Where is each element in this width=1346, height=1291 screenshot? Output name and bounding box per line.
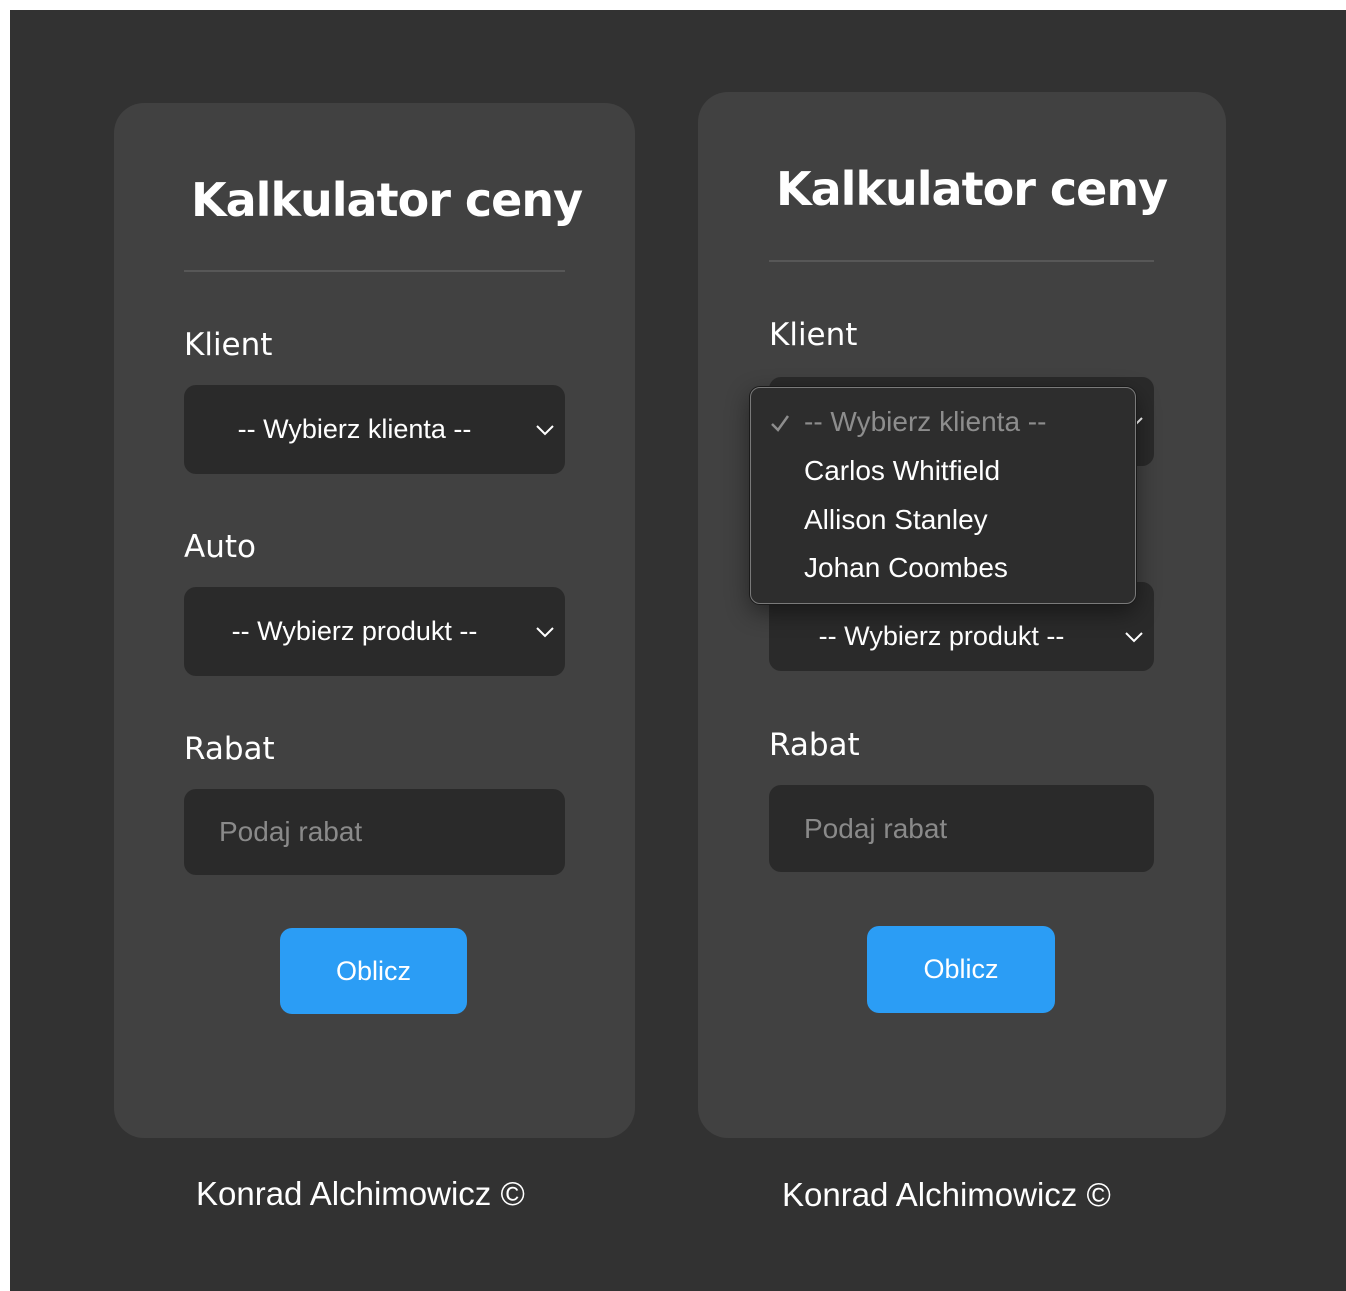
car-select-value: -- Wybierz produkt -- — [231, 616, 478, 646]
title-divider — [184, 270, 565, 272]
chevron-down-icon — [536, 424, 554, 435]
dropdown-option[interactable]: Carlos Whitfield — [804, 455, 1000, 487]
checkmark-icon — [771, 415, 790, 432]
car-label: Auto — [184, 529, 256, 565]
page-title: Kalkulator ceny — [776, 162, 1168, 216]
footer-credit: Konrad Alchimowicz © — [782, 1176, 1111, 1213]
client-select[interactable]: -- Wybierz klienta -- — [184, 385, 565, 474]
calculate-button[interactable]: Oblicz — [280, 928, 467, 1014]
page-title: Kalkulator ceny — [191, 173, 583, 227]
calculator-card-left: Kalkulator ceny Klient -- Wybierz klient… — [114, 103, 635, 1138]
footer-credit: Konrad Alchimowicz © — [196, 1175, 525, 1212]
dropdown-option[interactable]: Johan Coombes — [804, 552, 1008, 584]
page-background: Kalkulator ceny Klient -- Wybierz klient… — [10, 10, 1346, 1291]
client-label: Klient — [769, 317, 858, 353]
client-select-value: -- Wybierz klienta -- — [237, 414, 472, 444]
car-select[interactable]: -- Wybierz produkt -- — [184, 587, 565, 676]
discount-input[interactable]: Podaj rabat — [769, 785, 1154, 872]
calculator-card-right: Kalkulator ceny Klient -- Wybierz produk… — [698, 92, 1226, 1138]
client-dropdown-menu: -- Wybierz klienta -- Carlos Whitfield A… — [750, 387, 1136, 604]
chevron-down-icon — [536, 626, 554, 637]
discount-label: Rabat — [184, 731, 275, 767]
dropdown-option[interactable]: -- Wybierz klienta -- — [804, 406, 1046, 438]
title-divider — [769, 260, 1154, 262]
client-label: Klient — [184, 327, 273, 363]
dropdown-option[interactable]: Allison Stanley — [804, 504, 988, 536]
chevron-down-icon — [1125, 631, 1143, 642]
discount-input[interactable]: Podaj rabat — [184, 789, 565, 875]
discount-label: Rabat — [769, 727, 860, 763]
calculate-button[interactable]: Oblicz — [867, 926, 1055, 1013]
discount-placeholder: Podaj rabat — [219, 816, 363, 847]
discount-placeholder: Podaj rabat — [804, 812, 948, 844]
